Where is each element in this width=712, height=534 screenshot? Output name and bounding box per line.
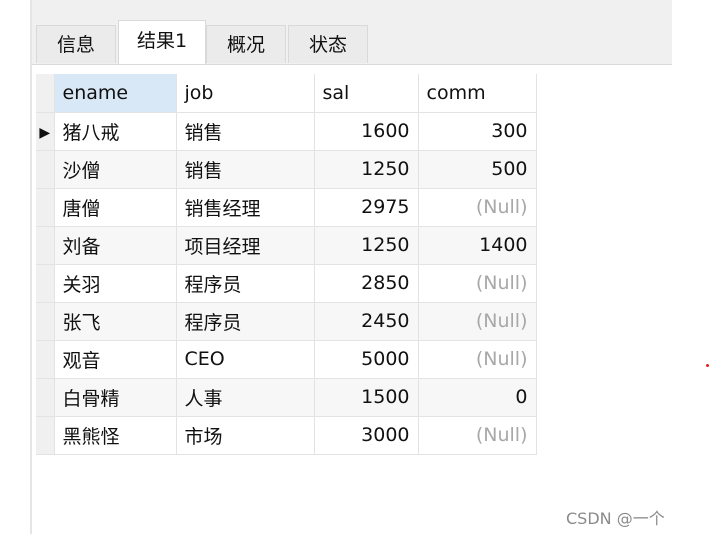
cell-comm[interactable]: 500 [417, 149, 537, 189]
cell-comm[interactable]: 1400 [417, 225, 537, 265]
cell-ename[interactable]: 沙僧 [53, 149, 177, 189]
cell-job[interactable]: 程序员 [175, 301, 315, 341]
cell-comm[interactable]: (Null) [417, 263, 537, 303]
cell-ename[interactable]: 刘备 [53, 225, 177, 265]
cell-ename[interactable]: 观音 [53, 339, 177, 379]
table-row[interactable]: 白骨精 人事 1500 0 [36, 377, 537, 417]
row-indicator [36, 339, 55, 379]
cell-ename[interactable]: 黑熊怪 [53, 415, 177, 455]
cell-comm[interactable]: 300 [417, 111, 537, 151]
cell-sal[interactable]: 2850 [313, 263, 419, 303]
cell-sal[interactable]: 1250 [313, 225, 419, 265]
cell-comm[interactable]: (Null) [417, 187, 537, 227]
csdn-watermark: CSDN @一个 [566, 509, 665, 528]
toolbar-strip [32, 0, 672, 18]
cell-comm[interactable]: (Null) [417, 415, 537, 455]
header-row: ename job sal comm [36, 74, 537, 113]
column-header-comm[interactable]: comm [417, 74, 537, 113]
tab-profile[interactable]: 概况 [206, 25, 286, 63]
cell-comm[interactable]: (Null) [417, 301, 537, 341]
cell-sal[interactable]: 2975 [313, 187, 419, 227]
cell-job[interactable]: 人事 [175, 377, 315, 417]
cell-sal[interactable]: 1250 [313, 149, 419, 189]
row-indicator [36, 187, 55, 227]
row-indicator [36, 415, 55, 455]
cell-job[interactable]: CEO [175, 339, 315, 379]
column-header-job[interactable]: job [175, 74, 315, 113]
current-row-marker-icon: ▶ [36, 111, 55, 151]
row-indicator [36, 225, 55, 265]
cell-ename[interactable]: 张飞 [53, 301, 177, 341]
cell-job[interactable]: 销售 [175, 111, 315, 151]
tab-info[interactable]: 信息 [36, 25, 116, 63]
cell-job[interactable]: 项目经理 [175, 225, 315, 265]
result-tabbar: 信息 结果1 概况 状态 [32, 18, 672, 65]
table-row[interactable]: 沙僧 销售 1250 500 [36, 149, 537, 189]
cell-job[interactable]: 销售经理 [175, 187, 315, 227]
row-indicator [36, 149, 55, 189]
row-indicator [36, 301, 55, 341]
table-row[interactable]: ▶ 猪八戒 销售 1600 300 [36, 111, 537, 151]
table-row[interactable]: 观音 CEO 5000 (Null) [36, 339, 537, 379]
result-grid[interactable]: ename job sal comm ▶ 猪八戒 销售 1600 300 沙僧 … [36, 74, 537, 455]
current-row-marker: ▶ [39, 125, 51, 141]
cell-ename[interactable]: 关羽 [53, 263, 177, 303]
table-row[interactable]: 刘备 项目经理 1250 1400 [36, 225, 537, 265]
cell-ename[interactable]: 猪八戒 [53, 111, 177, 151]
cell-job[interactable]: 程序员 [175, 263, 315, 303]
cell-ename[interactable]: 唐僧 [53, 187, 177, 227]
cell-job[interactable]: 销售 [175, 149, 315, 189]
tab-status[interactable]: 状态 [288, 25, 368, 63]
row-indicator [36, 377, 55, 417]
tab-result-1[interactable]: 结果1 [118, 20, 206, 64]
cell-sal[interactable]: 1500 [313, 377, 419, 417]
cell-sal[interactable]: 1600 [313, 111, 419, 151]
cell-sal[interactable]: 5000 [313, 339, 419, 379]
red-dot-mark [706, 364, 709, 367]
column-header-ename[interactable]: ename [53, 74, 177, 113]
table-row[interactable]: 黑熊怪 市场 3000 (Null) [36, 415, 537, 455]
cell-comm[interactable]: 0 [417, 377, 537, 417]
cell-sal[interactable]: 2450 [313, 301, 419, 341]
cell-ename[interactable]: 白骨精 [53, 377, 177, 417]
cell-job[interactable]: 市场 [175, 415, 315, 455]
column-header-sal[interactable]: sal [313, 74, 419, 113]
table-row[interactable]: 张飞 程序员 2450 (Null) [36, 301, 537, 341]
table-row[interactable]: 关羽 程序员 2850 (Null) [36, 263, 537, 303]
table-row[interactable]: 唐僧 销售经理 2975 (Null) [36, 187, 537, 227]
row-indicator [36, 263, 55, 303]
cell-comm[interactable]: (Null) [417, 339, 537, 379]
cell-sal[interactable]: 3000 [313, 415, 419, 455]
row-indicator-header [36, 74, 55, 113]
